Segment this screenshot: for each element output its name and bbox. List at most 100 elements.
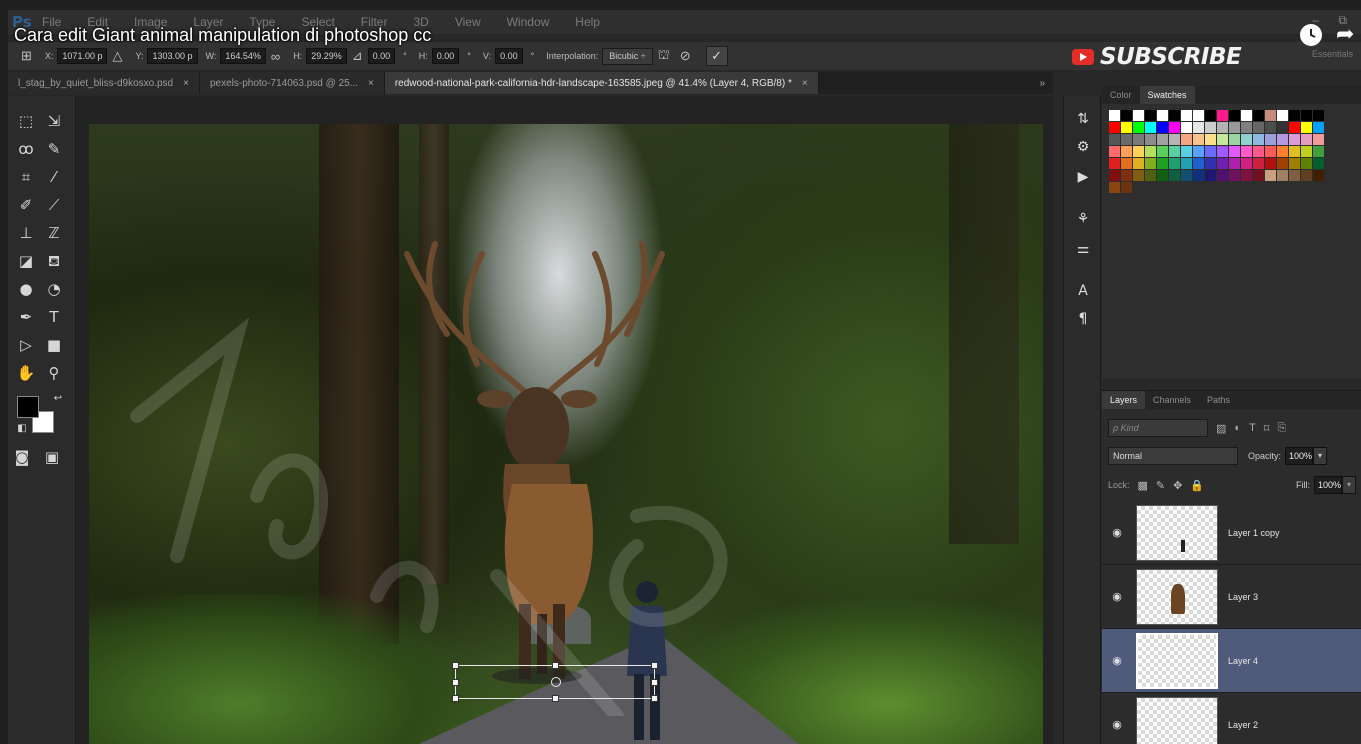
color-swatch[interactable] bbox=[1193, 170, 1204, 181]
eye-icon[interactable]: ◉ bbox=[1102, 526, 1132, 539]
actions-play-icon[interactable]: ▶ bbox=[1072, 166, 1094, 188]
color-swatch[interactable] bbox=[1157, 122, 1168, 133]
color-swatch[interactable] bbox=[1205, 170, 1216, 181]
history-brush-tool-icon[interactable]: ℤ bbox=[42, 222, 66, 244]
menu-window[interactable]: Window bbox=[507, 15, 550, 29]
color-swatch[interactable] bbox=[1313, 134, 1324, 145]
paint-bucket-tool-icon[interactable]: ⛾ bbox=[42, 250, 66, 272]
menu-view[interactable]: View bbox=[455, 15, 481, 29]
color-swatch[interactable] bbox=[1205, 146, 1216, 157]
color-swatch[interactable] bbox=[1121, 158, 1132, 169]
properties-panel-icon[interactable]: ⚙ bbox=[1072, 136, 1094, 158]
color-swatch[interactable] bbox=[1145, 110, 1156, 121]
color-swatch[interactable] bbox=[1229, 122, 1240, 133]
path-select-tool-icon[interactable]: ▷ bbox=[14, 334, 38, 356]
smart-object-filter-icon[interactable]: ⎘ bbox=[1277, 422, 1286, 435]
color-swatch[interactable] bbox=[1205, 122, 1216, 133]
eye-icon[interactable]: ◉ bbox=[1102, 590, 1132, 603]
cancel-transform-icon[interactable]: ⊘ bbox=[680, 48, 691, 64]
pen-tool-icon[interactable]: ✒ bbox=[14, 306, 38, 328]
transform-handle[interactable] bbox=[651, 679, 658, 686]
color-swatch[interactable] bbox=[1253, 146, 1264, 157]
fill-dropdown-icon[interactable]: ▾ bbox=[1342, 476, 1356, 494]
quick-mask-icon[interactable]: ◙ bbox=[10, 446, 34, 468]
color-swatch[interactable] bbox=[1169, 170, 1180, 181]
delta-icon[interactable]: △ bbox=[112, 48, 122, 64]
color-swatch[interactable] bbox=[1193, 122, 1204, 133]
transform-handle[interactable] bbox=[552, 662, 559, 669]
color-swatch[interactable] bbox=[1193, 146, 1204, 157]
type-filter-icon[interactable]: T bbox=[1249, 422, 1256, 434]
screen-mode-icon[interactable]: ▣ bbox=[40, 446, 64, 468]
rotation-field[interactable]: 0.00 bbox=[367, 48, 396, 64]
color-swatch[interactable] bbox=[1181, 146, 1192, 157]
tab-redwood-jpeg[interactable]: redwood-national-park-california-hdr-lan… bbox=[384, 72, 819, 94]
color-swatch[interactable] bbox=[1277, 170, 1288, 181]
color-swatch[interactable] bbox=[1229, 158, 1240, 169]
color-swatch[interactable] bbox=[1265, 122, 1276, 133]
document-canvas[interactable] bbox=[77, 96, 1053, 744]
share-arrow-icon[interactable]: ➦ bbox=[1336, 22, 1354, 47]
color-swatch[interactable] bbox=[1253, 170, 1264, 181]
color-swatch[interactable] bbox=[1253, 122, 1264, 133]
watch-later-clock-icon[interactable] bbox=[1300, 24, 1322, 46]
h-skew-field[interactable]: 0.00 bbox=[431, 48, 460, 64]
color-swatch[interactable] bbox=[1277, 110, 1288, 121]
y-position-field[interactable]: 1303.00 p bbox=[147, 48, 198, 64]
color-swatch[interactable] bbox=[1265, 170, 1276, 181]
tab-swatches[interactable]: Swatches bbox=[1139, 86, 1195, 104]
color-swatch[interactable] bbox=[1145, 170, 1156, 181]
color-swatch[interactable] bbox=[1181, 134, 1192, 145]
move-tool-icon[interactable]: ⇲ bbox=[42, 110, 66, 132]
color-swatch[interactable] bbox=[1217, 170, 1228, 181]
color-swatch[interactable] bbox=[1217, 134, 1228, 145]
color-swatch[interactable] bbox=[1169, 122, 1180, 133]
color-swatch[interactable] bbox=[1253, 134, 1264, 145]
color-swatch[interactable] bbox=[1133, 134, 1144, 145]
hand-tool-icon[interactable]: ✋ bbox=[14, 362, 38, 384]
adjustments-icon[interactable]: ⚌ bbox=[1072, 238, 1094, 260]
close-icon[interactable]: × bbox=[183, 78, 189, 89]
color-swatch[interactable] bbox=[1169, 110, 1180, 121]
color-swatch[interactable] bbox=[1145, 134, 1156, 145]
color-swatch[interactable] bbox=[1133, 122, 1144, 133]
character-panel-icon[interactable]: A bbox=[1072, 280, 1094, 302]
color-swatch[interactable] bbox=[1193, 110, 1204, 121]
color-swatch[interactable] bbox=[1289, 146, 1300, 157]
lock-position-icon[interactable]: ✥ bbox=[1173, 479, 1182, 492]
color-swatch[interactable] bbox=[1301, 170, 1312, 181]
tab-pexels-psd[interactable]: pexels-photo-714063.psd @ 25... × bbox=[199, 72, 385, 94]
color-swatch[interactable] bbox=[1313, 146, 1324, 157]
height-field[interactable]: 29.29% bbox=[306, 48, 347, 64]
color-swatch[interactable] bbox=[1121, 146, 1132, 157]
color-swatch[interactable] bbox=[1277, 158, 1288, 169]
close-icon[interactable]: × bbox=[802, 78, 808, 89]
reference-point-pivot[interactable] bbox=[551, 677, 561, 687]
color-swatch[interactable] bbox=[1109, 122, 1120, 133]
color-swatch[interactable] bbox=[1157, 170, 1168, 181]
link-icon[interactable]: ∞ bbox=[271, 49, 280, 64]
color-swatch[interactable] bbox=[1157, 158, 1168, 169]
transform-handle[interactable] bbox=[552, 695, 559, 702]
warp-mode-icon[interactable]: ⛫ bbox=[658, 47, 670, 65]
close-icon[interactable]: × bbox=[368, 78, 374, 89]
tab-layers[interactable]: Layers bbox=[1102, 391, 1146, 409]
transform-handle[interactable] bbox=[651, 695, 658, 702]
color-swatch[interactable] bbox=[1181, 122, 1192, 133]
color-swatch[interactable] bbox=[1229, 170, 1240, 181]
color-swatch[interactable] bbox=[1313, 170, 1324, 181]
color-swatch[interactable] bbox=[1289, 158, 1300, 169]
x-position-field[interactable]: 1071.00 p bbox=[57, 48, 108, 64]
color-swatch[interactable] bbox=[1181, 110, 1192, 121]
v-skew-field[interactable]: 0.00 bbox=[495, 48, 523, 64]
transform-handle[interactable] bbox=[651, 662, 658, 669]
color-swatch[interactable] bbox=[1265, 110, 1276, 121]
color-swatch[interactable] bbox=[1133, 170, 1144, 181]
color-swatch[interactable] bbox=[1157, 134, 1168, 145]
color-swatch[interactable] bbox=[1241, 110, 1252, 121]
rectangle-tool-icon[interactable]: ■ bbox=[42, 334, 66, 356]
color-swatch[interactable] bbox=[1157, 110, 1168, 121]
color-swatch[interactable] bbox=[1121, 110, 1132, 121]
color-swatch[interactable] bbox=[1301, 122, 1312, 133]
color-swatch[interactable] bbox=[1109, 134, 1120, 145]
